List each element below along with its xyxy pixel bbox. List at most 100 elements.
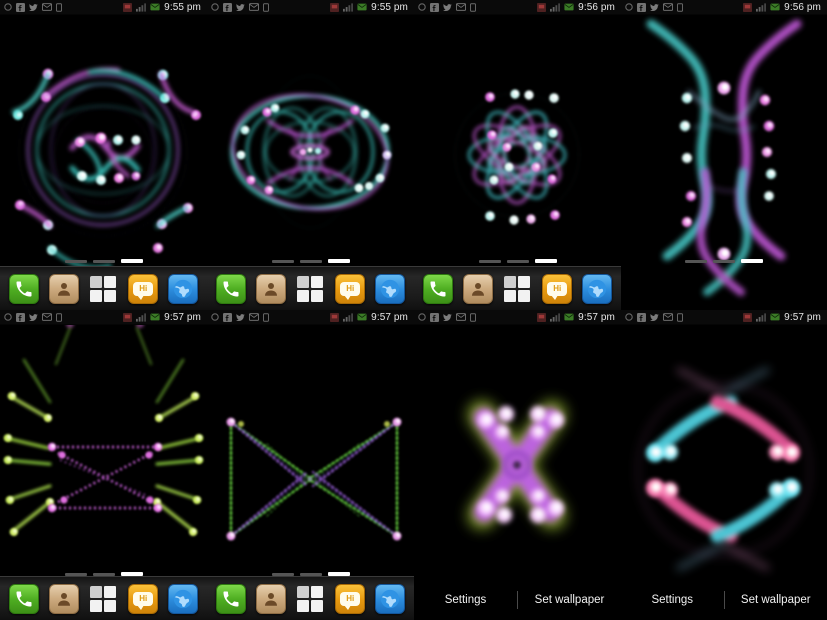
screen-panel-8[interactable]: 9:57 pm Settings Set wallpaper (621, 310, 827, 620)
notification-flag-icon (330, 2, 340, 12)
status-bar[interactable]: 9:57 pm (207, 310, 414, 325)
dock-phone-button[interactable] (215, 583, 246, 614)
dock-contacts-button[interactable] (462, 273, 493, 304)
page-indicator[interactable] (0, 259, 207, 263)
page-indicator[interactable] (207, 259, 414, 263)
notification-flag-icon (743, 312, 753, 322)
page-dot-3[interactable] (741, 259, 763, 263)
facebook-icon (16, 2, 25, 12)
notification-flag-icon (123, 312, 133, 322)
screen-panel-6[interactable]: 9:57 pm Hi (207, 310, 414, 620)
screen-panel-2[interactable]: 9:55 pm Hi (207, 0, 414, 310)
status-bar[interactable]: 9:55 pm (207, 0, 414, 15)
page-dot-1[interactable] (685, 259, 707, 263)
phone-icon (430, 281, 446, 296)
dock-messaging-button[interactable]: Hi (542, 273, 573, 304)
page-dot-2[interactable] (92, 259, 115, 263)
dock-contacts-button[interactable] (48, 583, 79, 614)
twitter-icon (29, 313, 38, 321)
status-bar-left-icons (4, 312, 62, 322)
dock-contacts-button[interactable] (255, 583, 286, 614)
set-wallpaper-button[interactable]: Set wallpaper (725, 580, 827, 620)
page-dot-2[interactable] (713, 259, 735, 263)
page-dot-1[interactable] (478, 259, 501, 263)
status-bar[interactable]: 9:57 pm (621, 310, 827, 325)
dock-browser-button[interactable] (168, 583, 199, 614)
screen-panel-7[interactable]: 9:57 pm Settings Set wallpaper (414, 310, 621, 620)
page-dot-3[interactable] (120, 259, 143, 263)
dock-app-drawer-button[interactable] (502, 274, 532, 304)
wallpaper-six-petal-rosette (414, 0, 621, 310)
page-dot-2[interactable] (299, 259, 322, 263)
facebook-icon (637, 2, 646, 12)
dock-messaging-button[interactable]: Hi (128, 273, 159, 304)
mail-icon (42, 313, 52, 321)
status-bar-clock: 9:57 pm (784, 311, 821, 323)
dock-app-drawer-button[interactable] (295, 584, 325, 614)
notification-flag-icon (537, 312, 547, 322)
dock-browser-button[interactable] (375, 583, 406, 614)
settings-button[interactable]: Settings (621, 580, 724, 620)
dock-contacts-button[interactable] (255, 273, 286, 304)
status-bar[interactable]: 9:57 pm (0, 310, 207, 325)
status-bar[interactable]: 9:56 pm (621, 0, 827, 15)
sim-card-icon (56, 312, 62, 322)
notification-flag-icon (330, 312, 340, 322)
status-bar-clock: 9:55 pm (164, 1, 201, 13)
dock-app-drawer-button[interactable] (88, 274, 118, 304)
dock-browser-button[interactable] (168, 273, 199, 304)
screen-panel-4[interactable]: 9:56 pm (621, 0, 827, 310)
message-bubble-icon: Hi (547, 281, 568, 300)
dock-phone-button[interactable] (8, 273, 39, 304)
dock-app-drawer-button[interactable] (295, 274, 325, 304)
page-dot-2[interactable] (506, 259, 529, 263)
app-drawer-icon (90, 275, 117, 302)
dock-contacts-button[interactable] (48, 273, 79, 304)
envelope-icon (150, 313, 160, 321)
dock-phone-button[interactable] (422, 273, 453, 304)
envelope-icon (564, 313, 574, 321)
status-bar-right-icons: 9:57 pm (330, 312, 410, 323)
sync-icon (418, 3, 426, 11)
status-bar-left-icons (625, 2, 683, 12)
status-bar[interactable]: 9:56 pm (414, 0, 621, 15)
page-dot-3[interactable] (327, 259, 350, 263)
dock: Hi (207, 266, 414, 310)
signal-bars-icon (550, 2, 561, 12)
dock: Hi (414, 266, 621, 310)
page-indicator[interactable] (414, 259, 621, 263)
settings-button[interactable]: Settings (414, 580, 517, 620)
facebook-icon (430, 2, 439, 12)
sync-icon (4, 3, 12, 11)
status-bar[interactable]: 9:55 pm (0, 0, 207, 15)
set-wallpaper-button[interactable]: Set wallpaper (518, 580, 621, 620)
signal-bars-icon (136, 312, 147, 322)
page-dot-3[interactable] (534, 259, 557, 263)
page-dot-1[interactable] (271, 259, 294, 263)
screen-panel-3[interactable]: 9:56 pm Hi (414, 0, 621, 310)
page-dot-1[interactable] (64, 259, 87, 263)
dock-app-drawer-button[interactable] (88, 584, 118, 614)
dock-browser-button[interactable] (582, 273, 613, 304)
screen-panel-1[interactable]: 9:55 pm Hi (0, 0, 207, 310)
dock-messaging-button[interactable]: Hi (335, 273, 366, 304)
message-bubble-icon: Hi (340, 281, 361, 300)
signal-bars-icon (343, 2, 354, 12)
dock-messaging-button[interactable]: Hi (128, 583, 159, 614)
notification-flag-icon (123, 2, 133, 12)
dock-messaging-button[interactable]: Hi (335, 583, 366, 614)
status-bar-clock: 9:57 pm (371, 311, 408, 323)
screen-panel-5[interactable]: 9:57 pm Hi (0, 310, 207, 620)
dock-phone-button[interactable] (215, 273, 246, 304)
envelope-icon (357, 313, 367, 321)
twitter-icon (443, 3, 452, 11)
globe-icon (380, 279, 400, 298)
signal-bars-icon (756, 312, 767, 322)
dock-browser-button[interactable] (375, 273, 406, 304)
status-bar[interactable]: 9:57 pm (414, 310, 621, 325)
page-indicator[interactable] (621, 259, 827, 263)
dock-phone-button[interactable] (8, 583, 39, 614)
sim-card-icon (56, 2, 62, 12)
twitter-icon (650, 313, 659, 321)
globe-icon (173, 279, 193, 298)
